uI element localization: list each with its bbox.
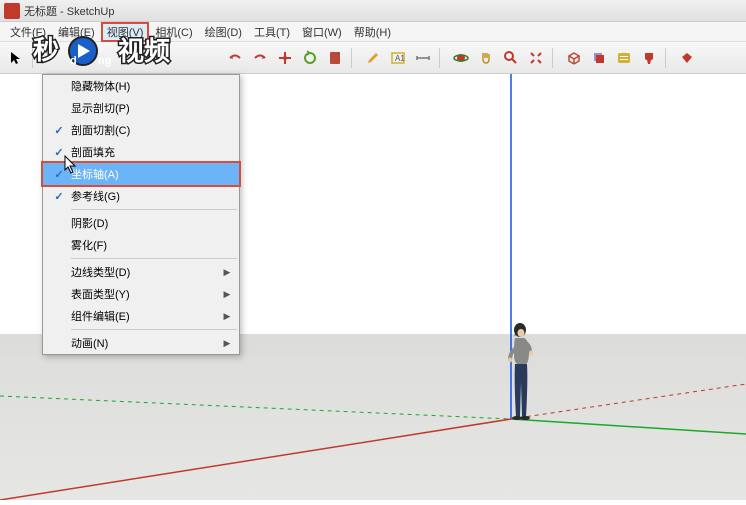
y-axis-neg (511, 384, 746, 419)
svg-text:d: d (70, 55, 77, 67)
dd-show-section[interactable]: 显示剖切(P) (43, 97, 239, 119)
page-icon[interactable] (323, 46, 347, 70)
svg-text:A1: A1 (395, 54, 405, 63)
menu-help[interactable]: 帮助(H) (348, 22, 397, 42)
dd-face-style[interactable]: 表面类型(Y)▶ (43, 283, 239, 305)
dd-hide-objects[interactable]: 隐藏物体(H) (43, 75, 239, 97)
svg-text:ng: ng (98, 55, 111, 67)
select-tool[interactable] (4, 46, 28, 70)
dd-component-edit[interactable]: 组件编辑(E)▶ (43, 305, 239, 327)
zoom-extents-icon[interactable] (524, 46, 548, 70)
app-icon (4, 3, 20, 19)
redo-icon[interactable] (248, 46, 272, 70)
pencil-icon[interactable] (361, 46, 385, 70)
dd-shadow[interactable]: 阴影(D) (43, 212, 239, 234)
paint-icon[interactable] (637, 46, 661, 70)
component-icon[interactable] (612, 46, 636, 70)
y-axis-pos (0, 419, 511, 500)
dd-guides[interactable]: ✓参考线(G) (43, 185, 239, 207)
menu-window[interactable]: 窗口(W) (296, 22, 348, 42)
svg-text:视频: 视频 (118, 36, 170, 66)
rotate-icon[interactable] (298, 46, 322, 70)
dd-fog[interactable]: 雾化(F) (43, 234, 239, 256)
layers-icon[interactable] (587, 46, 611, 70)
dd-edge-style[interactable]: 边线类型(D)▶ (43, 261, 239, 283)
svg-text:秒: 秒 (33, 35, 59, 65)
x-axis-pos (511, 419, 746, 434)
dd-axes[interactable]: ✓坐标轴(A) (43, 163, 239, 185)
view-dropdown-menu: 隐藏物体(H) 显示剖切(P) ✓剖面切割(C) ✓剖面填充 ✓坐标轴(A) ✓… (42, 74, 240, 355)
menu-draw[interactable]: 绘图(D) (199, 22, 248, 42)
ruby-icon[interactable] (675, 46, 699, 70)
orbit-icon[interactable] (449, 46, 473, 70)
dd-section-cut[interactable]: ✓剖面切割(C) (43, 119, 239, 141)
x-axis-neg (0, 396, 511, 419)
pan-icon[interactable] (474, 46, 498, 70)
titlebar: 无标题 - SketchUp (0, 0, 746, 22)
dimension-icon[interactable] (411, 46, 435, 70)
menu-tools[interactable]: 工具(T) (248, 22, 296, 42)
text-icon[interactable]: A1 (386, 46, 410, 70)
window-title: 无标题 - SketchUp (24, 3, 114, 19)
move-axis-icon[interactable] (273, 46, 297, 70)
dd-section-fill[interactable]: ✓剖面填充 (43, 141, 239, 163)
watermark-logo: 秒 d ng 视频 (28, 33, 203, 73)
undo-icon[interactable] (223, 46, 247, 70)
zoom-icon[interactable] (499, 46, 523, 70)
dd-animation[interactable]: 动画(N)▶ (43, 332, 239, 354)
iso-icon[interactable] (562, 46, 586, 70)
